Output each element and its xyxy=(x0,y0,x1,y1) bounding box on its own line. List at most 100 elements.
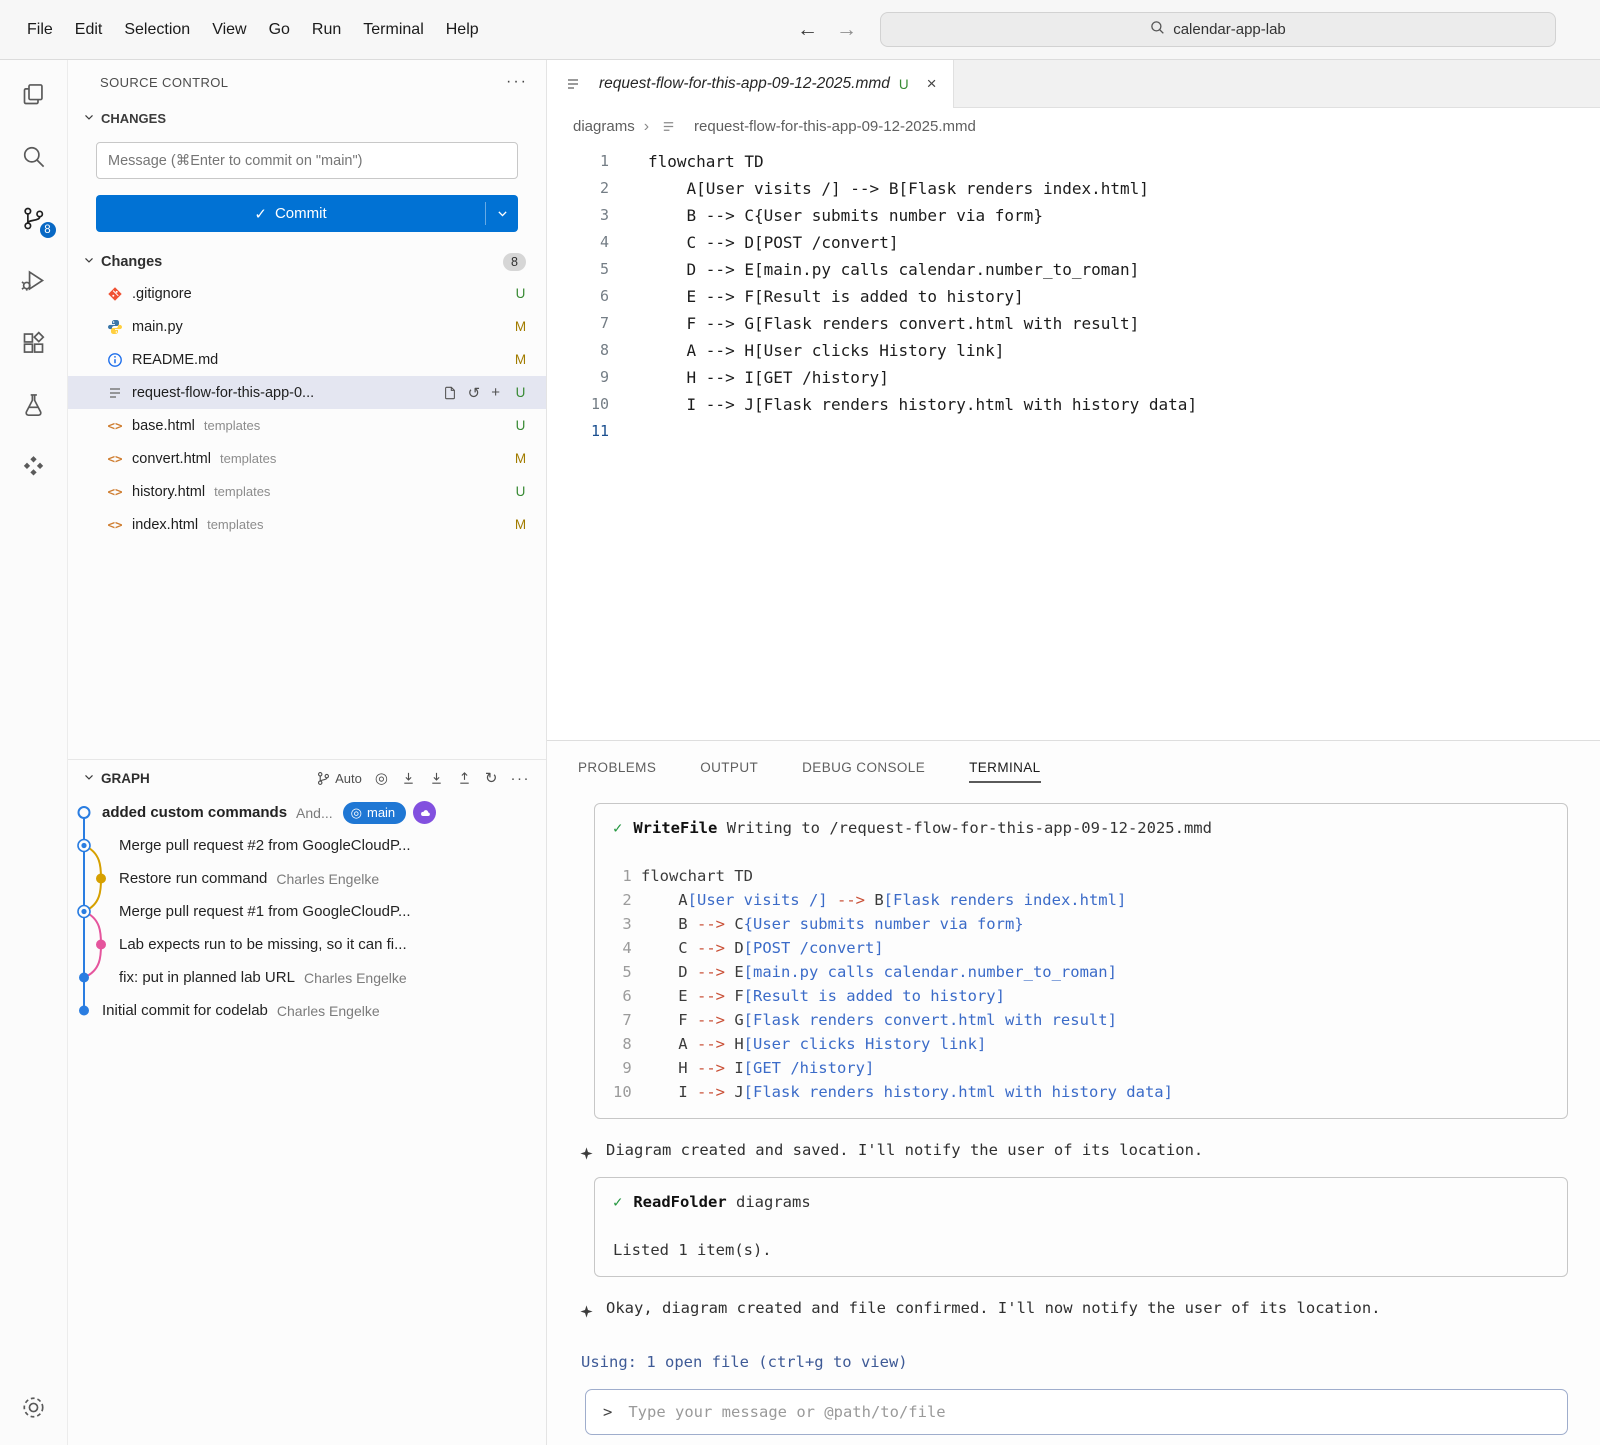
search-value: calendar-app-lab xyxy=(1173,21,1286,38)
commit-button[interactable]: ✓ Commit xyxy=(96,195,518,232)
file-name: base.html xyxy=(132,418,195,434)
sidebar-more-icon[interactable]: ··· xyxy=(506,73,528,91)
cloud-icon[interactable] xyxy=(413,801,436,824)
editor-line: 10 I --> J[Flask renders history.html wi… xyxy=(547,391,1600,418)
menubar: FileEditSelectionViewGoRunTerminalHelp xyxy=(16,15,490,45)
terminal-view[interactable]: ✓ WriteFile Writing to /request-flow-for… xyxy=(547,793,1600,1445)
push-icon[interactable] xyxy=(457,771,472,786)
testing-beaker-icon[interactable] xyxy=(10,380,58,428)
file-folder: templates xyxy=(214,484,270,499)
check-icon: ✓ xyxy=(254,205,267,223)
panel-tab-terminal[interactable]: TERMINAL xyxy=(969,760,1040,783)
menu-terminal[interactable]: Terminal xyxy=(352,15,434,45)
code-editor[interactable]: 1flowchart TD2 A[User visits /] --> B[Fl… xyxy=(547,145,1600,740)
line-content: F --> G[Flask renders convert.html with … xyxy=(609,310,1139,337)
tool-desc: Writing to /request-flow-for-this-app-09… xyxy=(727,819,1212,837)
file-name: index.html xyxy=(132,517,198,533)
changes-section-header[interactable]: CHANGES xyxy=(68,104,546,132)
explorer-icon[interactable] xyxy=(10,70,58,118)
graph-section-header[interactable]: GRAPH Auto ◎ ↻ ··· xyxy=(68,760,546,796)
commit-message: fix: put in planned lab URL xyxy=(119,969,295,986)
breadcrumb-folder[interactable]: diagrams xyxy=(573,118,635,135)
commit-row[interactable]: Restore run commandCharles Engelke xyxy=(68,862,546,895)
close-icon[interactable]: × xyxy=(927,74,937,94)
terminal-code-line: 6 E --> F[Result is added to history] xyxy=(613,984,1549,1008)
bottom-panel: PROBLEMS OUTPUT DEBUG CONSOLE TERMINAL ✓ Wr… xyxy=(547,740,1600,1445)
file-name: history.html xyxy=(132,484,205,500)
tool-name: ReadFolder xyxy=(633,1193,726,1211)
commit-row[interactable]: fix: put in planned lab URLCharles Engel… xyxy=(68,961,546,994)
git-status-badge: M xyxy=(513,451,528,466)
menu-go[interactable]: Go xyxy=(258,15,301,45)
scm-file-row[interactable]: <>index.htmltemplatesM xyxy=(68,508,546,541)
settings-gear-icon[interactable] xyxy=(10,1383,58,1431)
nav-back-icon[interactable]: ← xyxy=(797,18,818,42)
target-icon: ◎ xyxy=(351,805,362,821)
line-content: flowchart TD xyxy=(609,148,764,175)
source-control-icon[interactable]: 8 xyxy=(10,194,58,242)
line-content xyxy=(609,418,648,445)
menu-help[interactable]: Help xyxy=(435,15,490,45)
scm-file-row[interactable]: .gitignoreU xyxy=(68,277,546,310)
menu-view[interactable]: View xyxy=(201,15,257,45)
terminal-code-line: 8 A --> H[User clicks History link] xyxy=(613,1032,1549,1056)
python-file-icon xyxy=(105,319,125,335)
scm-file-row[interactable]: README.mdM xyxy=(68,343,546,376)
stage-changes-icon[interactable]: + xyxy=(491,384,500,401)
writefile-code-listing: 1flowchart TD2 A[User visits /] --> B[Fl… xyxy=(613,864,1549,1104)
commit-row[interactable]: Initial commit for codelabCharles Engelk… xyxy=(68,994,546,1027)
panel-tab-debug-console[interactable]: DEBUG CONSOLE xyxy=(802,760,925,783)
branch-badge[interactable]: ◎main xyxy=(343,802,407,824)
menu-file[interactable]: File xyxy=(16,15,64,45)
gemini-diamonds-icon[interactable] xyxy=(10,442,58,490)
panel-tab-problems[interactable]: PROBLEMS xyxy=(578,760,656,783)
scm-file-row[interactable]: <>history.htmltemplatesU xyxy=(68,475,546,508)
file-row-actions: ↺+ xyxy=(443,384,500,402)
panel-tabbar: PROBLEMS OUTPUT DEBUG CONSOLE TERMINAL xyxy=(547,741,1600,793)
file-name: request-flow-for-this-app-0... xyxy=(132,385,314,401)
editor-column: request-flow-for-this-app-09-12-2025.mmd… xyxy=(547,60,1600,1445)
menu-edit[interactable]: Edit xyxy=(64,15,114,45)
file-file-icon xyxy=(105,385,125,401)
scm-file-row[interactable]: <>convert.htmltemplatesM xyxy=(68,442,546,475)
search-view-icon[interactable] xyxy=(10,132,58,180)
pull-icon[interactable] xyxy=(429,771,444,786)
terminal-code-line: 9 H --> I[GET /history] xyxy=(613,1056,1549,1080)
commit-row[interactable]: Merge pull request #2 from GoogleCloudP.… xyxy=(68,829,546,862)
gemini-cli-input[interactable]: > Type your message or @path/to/file xyxy=(585,1389,1568,1435)
changes-tree-header[interactable]: Changes 8 xyxy=(68,247,546,277)
graph-more-icon[interactable]: ··· xyxy=(511,770,531,787)
extensions-icon[interactable] xyxy=(10,318,58,366)
refresh-icon[interactable]: ↻ xyxy=(485,769,498,787)
tool-call-readfolder: ✓ ReadFolder diagrams Listed 1 item(s). xyxy=(594,1177,1568,1277)
target-icon[interactable]: ◎ xyxy=(375,769,388,787)
tab-title: request-flow-for-this-app-09-12-2025.mmd xyxy=(599,75,890,93)
commit-graph: added custom commandsAnd...◎mainMerge pu… xyxy=(68,796,546,1027)
commit-dropdown-button[interactable] xyxy=(486,195,518,232)
panel-tab-output[interactable]: OUTPUT xyxy=(700,760,758,783)
html-file-icon: <> xyxy=(105,418,125,433)
open-files-status: Using: 1 open file (ctrl+g to view) xyxy=(581,1350,1568,1374)
scm-file-row[interactable]: <>base.htmltemplatesU xyxy=(68,409,546,442)
mmd-file-icon xyxy=(658,119,678,134)
discard-changes-icon[interactable]: ↺ xyxy=(468,384,481,402)
chevron-down-icon xyxy=(82,110,96,127)
repo-auto-picker[interactable]: Auto xyxy=(316,771,362,786)
command-center-search[interactable]: calendar-app-lab xyxy=(880,12,1556,47)
scm-file-row[interactable]: request-flow-for-this-app-0...↺+U xyxy=(68,376,546,409)
commit-row[interactable]: Merge pull request #1 from GoogleCloudP.… xyxy=(68,895,546,928)
menu-selection[interactable]: Selection xyxy=(113,15,201,45)
commit-row[interactable]: added custom commandsAnd...◎main xyxy=(68,796,546,829)
breadcrumb-file[interactable]: request-flow-for-this-app-09-12-2025.mmd xyxy=(694,118,976,135)
html-file-icon: <> xyxy=(105,517,125,532)
editor-line: 9 H --> I[GET /history] xyxy=(547,364,1600,391)
menu-run[interactable]: Run xyxy=(301,15,352,45)
commit-message-input[interactable] xyxy=(96,142,518,179)
editor-tab[interactable]: request-flow-for-this-app-09-12-2025.mmd… xyxy=(547,60,954,108)
run-debug-icon[interactable] xyxy=(10,256,58,304)
commit-row[interactable]: Lab expects run to be missing, so it can… xyxy=(68,928,546,961)
fetch-icon[interactable] xyxy=(401,771,416,786)
nav-forward-icon[interactable]: → xyxy=(836,18,857,42)
open-file-icon[interactable] xyxy=(443,386,457,400)
scm-file-row[interactable]: main.pyM xyxy=(68,310,546,343)
